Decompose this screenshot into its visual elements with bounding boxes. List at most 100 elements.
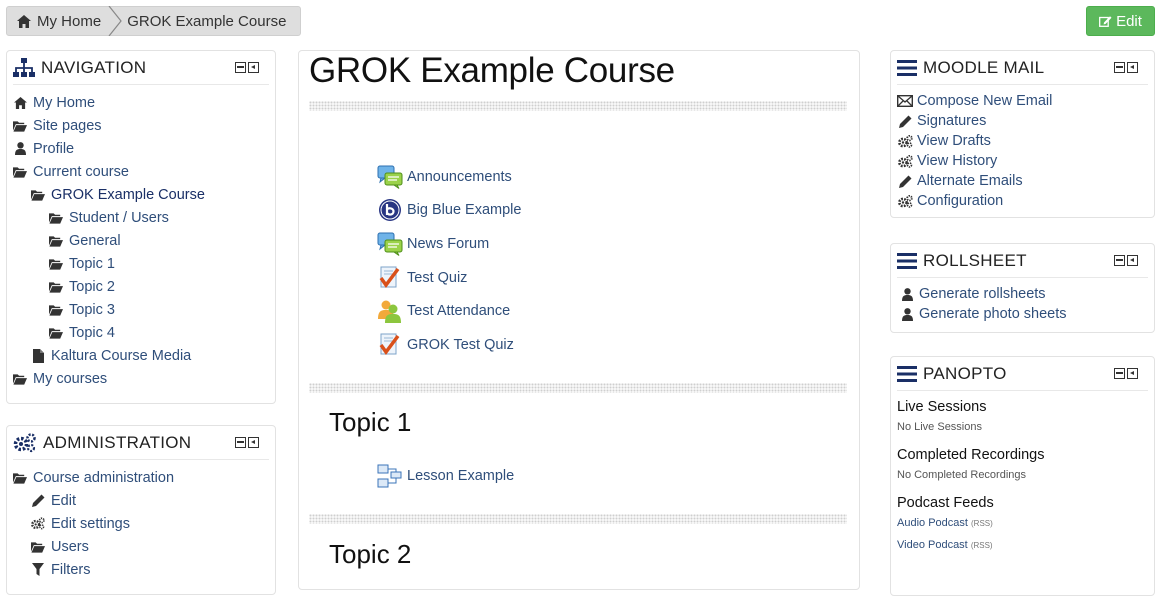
moodle-mail-block: MOODLE MAIL Compose New Email Signatures V… (890, 50, 1155, 218)
administration-title: ADMINISTRATION (43, 432, 192, 452)
minimize-icon[interactable] (1114, 255, 1125, 266)
completed-recordings-text: No Completed Recordings (897, 469, 1027, 481)
list-item[interactable]: Filters (31, 558, 275, 581)
menu-icon (897, 365, 917, 382)
activity-link[interactable]: Big Blue Example (377, 197, 521, 223)
administration-list: Course administration Edit Edit settings Us… (7, 460, 275, 581)
podcast-feeds-heading: Podcast Feeds (897, 495, 994, 511)
list-item-label: Current course (33, 163, 129, 180)
edit-icon (1099, 15, 1112, 27)
folder-open-icon (49, 303, 63, 317)
topic-1-title: Topic 1 (329, 407, 412, 437)
activity-link[interactable]: Announcements (377, 164, 512, 190)
activity-link[interactable]: Test Attendance (377, 298, 510, 324)
list-item[interactable]: My Home (13, 91, 275, 114)
list-item[interactable]: Compose New Email (897, 91, 1154, 111)
list-item-label: Filters (51, 561, 91, 578)
list-item[interactable]: Generate photo sheets (899, 304, 1154, 324)
list-item[interactable]: Kaltura Course Media (31, 344, 275, 367)
audio-podcast-link[interactable]: Audio Podcast (897, 517, 968, 529)
topic-2-title: Topic 2 (329, 539, 412, 569)
list-item[interactable]: Student / Users (49, 206, 275, 229)
breadcrumb-home[interactable]: My Home (7, 7, 101, 35)
folder-open-icon (31, 540, 45, 554)
navigation-title: NAVIGATION (41, 57, 147, 77)
list-item[interactable]: Topic 1 (49, 252, 275, 275)
list-item[interactable]: General (49, 229, 275, 252)
lesson-icon (377, 463, 403, 489)
list-item[interactable]: Course administration (13, 466, 275, 489)
bigbluebutton-icon (377, 197, 403, 223)
cogs-icon (897, 134, 913, 148)
dock-icon[interactable] (1127, 255, 1138, 266)
list-item-label: Student / Users (69, 209, 169, 226)
minimize-icon[interactable] (1114, 368, 1125, 379)
list-item[interactable]: Topic 3 (49, 298, 275, 321)
dock-icon[interactable] (1127, 62, 1138, 73)
section-divider (309, 514, 847, 524)
video-podcast-link[interactable]: Video Podcast (897, 539, 968, 551)
list-item-label: Users (51, 538, 89, 555)
list-item-label: Compose New Email (917, 93, 1053, 109)
dock-icon[interactable] (248, 437, 259, 448)
user-icon (13, 142, 27, 156)
activity-link[interactable]: GROK Test Quiz (377, 332, 514, 358)
minimize-icon[interactable] (1114, 62, 1125, 73)
home-icon (13, 96, 27, 110)
list-item[interactable]: Configuration (897, 191, 1154, 211)
folder-open-icon (13, 119, 27, 133)
list-item[interactable]: Signatures (897, 111, 1154, 131)
activity-label: Lesson Example (407, 468, 515, 484)
dock-icon[interactable] (248, 62, 259, 73)
list-item-label: Generate photo sheets (919, 306, 1067, 322)
list-item[interactable]: View History (897, 151, 1154, 171)
folder-open-icon (49, 211, 63, 225)
activity-label: Big Blue Example (407, 202, 522, 218)
envelope-icon (897, 94, 913, 108)
list-item[interactable]: Edit settings (31, 512, 275, 535)
list-item[interactable]: Edit (31, 489, 275, 512)
minimize-icon[interactable] (235, 62, 246, 73)
list-item[interactable]: Generate rollsheets (899, 284, 1154, 304)
list-item[interactable]: Profile (13, 137, 275, 160)
list-item-label: Course administration (33, 469, 175, 486)
administration-block: ADMINISTRATION Course administration Edit… (6, 425, 276, 595)
moodle-mail-title: MOODLE MAIL (923, 57, 1045, 77)
list-item[interactable]: View Drafts (897, 131, 1154, 151)
dock-icon[interactable] (1127, 368, 1138, 379)
list-item[interactable]: Topic 2 (49, 275, 275, 298)
list-item[interactable]: GROK Example Course (31, 183, 275, 206)
list-item-label: Generate rollsheets (919, 286, 1046, 302)
moodle-mail-header: MOODLE MAIL (897, 51, 1148, 85)
list-item-label: General (69, 232, 121, 249)
rollsheet-title: ROLLSHEET (923, 250, 1027, 270)
breadcrumb-current[interactable]: GROK Example Course (125, 13, 286, 30)
activity-link[interactable]: Test Quiz (377, 265, 467, 291)
activity-link[interactable]: Lesson Example (377, 463, 514, 489)
filter-icon (31, 563, 45, 577)
list-item-label: Topic 3 (69, 301, 115, 318)
activity-link[interactable]: News Forum (377, 231, 489, 257)
list-item[interactable]: Current course (13, 160, 275, 183)
minimize-icon[interactable] (235, 437, 246, 448)
page-title: GROK Example Course (309, 51, 675, 90)
forum-icon (377, 231, 403, 257)
list-item[interactable]: My courses (13, 367, 275, 390)
rollsheet-list: Generate rollsheets Generate photo sheets (891, 278, 1154, 324)
list-item[interactable]: Site pages (13, 114, 275, 137)
course-content: GROK Example Course Announcements Big Blu… (298, 50, 860, 590)
sitemap-icon (13, 57, 35, 78)
edit-button[interactable]: Edit (1086, 6, 1155, 36)
list-item-label: Profile (33, 140, 75, 157)
list-item[interactable]: Topic 4 (49, 321, 275, 344)
list-item[interactable]: Alternate Emails (897, 171, 1154, 191)
list-item-label: My courses (33, 370, 108, 387)
folder-open-icon (49, 234, 63, 248)
list-item-label: View History (917, 153, 998, 169)
live-sessions-text: No Live Sessions (897, 421, 982, 433)
list-item[interactable]: Users (31, 535, 275, 558)
cogs-icon (897, 154, 913, 168)
home-icon (17, 14, 31, 28)
panopto-block: PANOPTO Live Sessions No Live Sessions C… (890, 356, 1155, 596)
breadcrumb-home-label: My Home (37, 12, 102, 30)
